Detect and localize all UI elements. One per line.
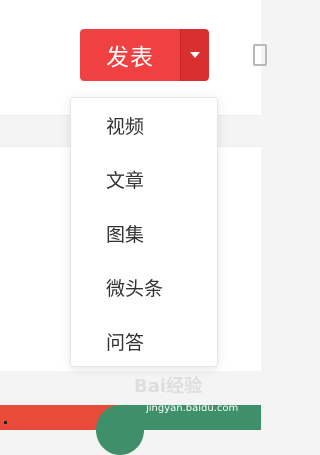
- notification-icon[interactable]: [253, 44, 267, 66]
- publish-dropdown-menu: 视频 文章 图集 微头条 问答: [70, 97, 218, 367]
- watermark-logo: Bai经验: [133, 376, 203, 397]
- publish-dropdown-toggle[interactable]: [180, 29, 209, 81]
- publish-split-button: 发表: [80, 29, 209, 81]
- decorative-dot: [4, 421, 7, 424]
- menu-item-micro-post[interactable]: 微头条: [106, 274, 163, 304]
- caret-down-icon: [190, 52, 200, 58]
- menu-item-gallery[interactable]: 图集: [106, 220, 144, 250]
- publish-button[interactable]: 发表: [80, 29, 180, 81]
- watermark-url: jingyan.baidu.com: [146, 403, 239, 414]
- menu-item-qa[interactable]: 问答: [106, 328, 144, 358]
- menu-item-video[interactable]: 视频: [106, 112, 144, 142]
- menu-item-article[interactable]: 文章: [106, 166, 144, 196]
